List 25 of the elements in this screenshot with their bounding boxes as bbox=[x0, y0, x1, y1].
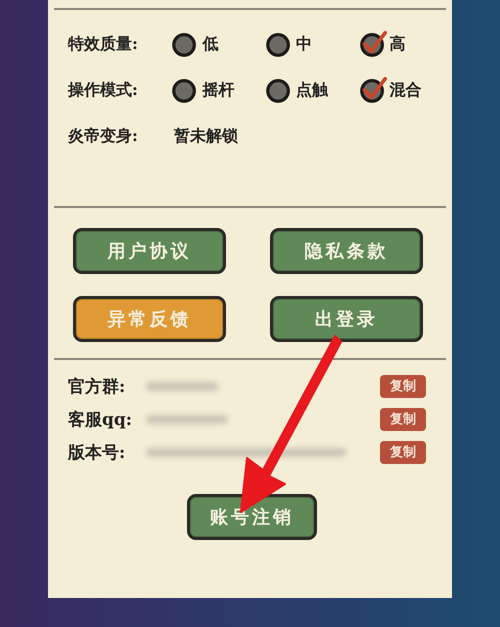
option-label: 点触 bbox=[296, 80, 328, 100]
radio-button[interactable] bbox=[264, 76, 293, 104]
menu-button[interactable]: 异常反馈 bbox=[73, 296, 226, 342]
blurred-value bbox=[146, 382, 218, 390]
copy-button[interactable]: 复制 bbox=[380, 374, 426, 398]
option-label: 中 bbox=[296, 34, 312, 54]
setting-label: 操作模式: bbox=[68, 80, 139, 100]
copy-button[interactable]: 复制 bbox=[380, 408, 426, 430]
setting-value: 暂未解锁 bbox=[174, 126, 238, 146]
menu-button[interactable]: 隐私条款 bbox=[270, 228, 423, 274]
menu-button[interactable]: 出登录 bbox=[270, 296, 423, 342]
info-label: 官方群: bbox=[68, 376, 126, 398]
copy-button[interactable]: 复制 bbox=[380, 440, 426, 464]
radio-button[interactable] bbox=[358, 30, 386, 58]
radio-button[interactable] bbox=[264, 30, 293, 58]
option-label: 混合 bbox=[390, 80, 422, 100]
option-label: 高 bbox=[390, 34, 406, 54]
menu-button[interactable]: 用户协议 bbox=[73, 228, 226, 274]
info-label: 客服qq: bbox=[68, 408, 134, 430]
setting-label: 特效质量: bbox=[68, 34, 139, 54]
radio-button[interactable] bbox=[358, 76, 386, 104]
setting-label: 炎帝变身: bbox=[68, 126, 139, 146]
option-label: 低 bbox=[202, 34, 218, 54]
info-label: 版本号: bbox=[68, 442, 126, 464]
option-label: 摇杆 bbox=[202, 80, 234, 100]
